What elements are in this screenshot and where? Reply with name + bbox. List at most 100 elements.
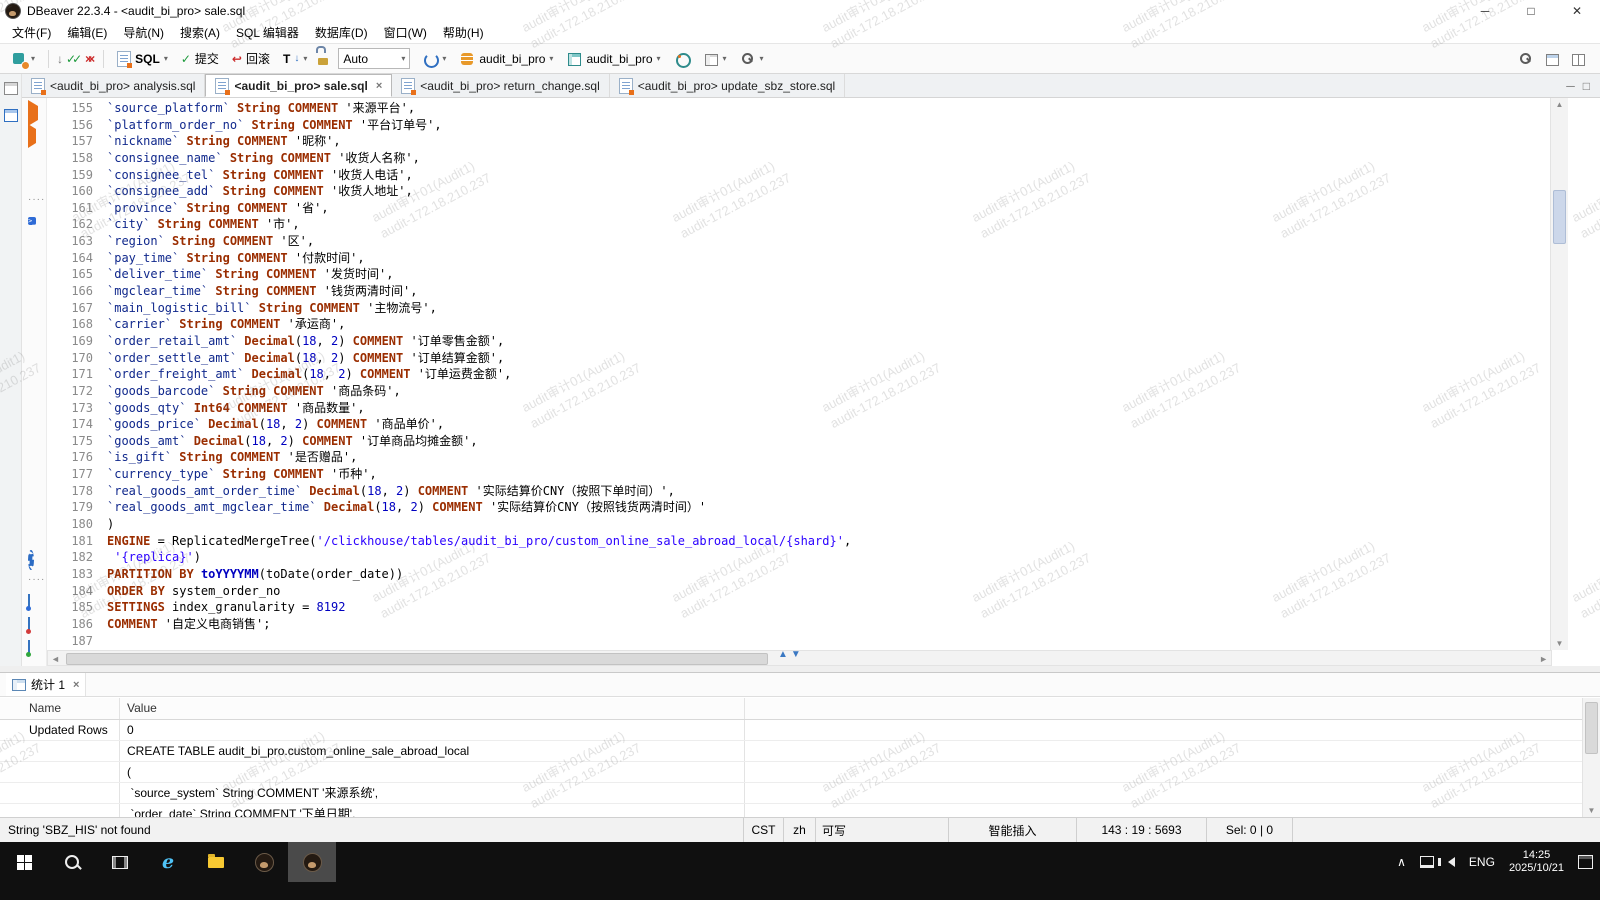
code-line[interactable]: 170`order_settle_amt` Decimal(18, 2) COM… bbox=[47, 350, 1550, 367]
code-line[interactable]: 173`goods_qty` Int64 COMMENT '商品数量', bbox=[47, 400, 1550, 417]
menu-item[interactable]: 帮助(H) bbox=[435, 22, 492, 43]
column-header-value[interactable]: Value bbox=[120, 698, 745, 719]
taskbar-search-button[interactable] bbox=[48, 842, 96, 882]
scrollbar-thumb[interactable] bbox=[1585, 702, 1598, 754]
minimize-button[interactable]: ─ bbox=[1462, 0, 1508, 22]
code-line[interactable]: 172`goods_barcode` String COMMENT '商品条码'… bbox=[47, 383, 1550, 400]
code-line[interactable]: 183PARTITION BY toYYYYMM(toDate(order_da… bbox=[47, 566, 1550, 583]
menu-item[interactable]: 数据库(D) bbox=[307, 22, 376, 43]
open-file-icon[interactable] bbox=[28, 595, 30, 609]
unsaved-file-icon[interactable] bbox=[28, 618, 30, 632]
status-language[interactable]: zh bbox=[783, 818, 815, 842]
quick-search-button[interactable] bbox=[1518, 51, 1534, 67]
scroll-left-icon[interactable]: ◄ bbox=[51, 654, 60, 664]
code-line[interactable]: 160`consignee_add` String COMMENT '收货人地址… bbox=[47, 183, 1550, 200]
sash-collapse-icons[interactable]: ▲▼ bbox=[778, 649, 804, 660]
commit-button[interactable]: ✓ 提交 bbox=[176, 47, 224, 70]
schema-selector[interactable]: audit_bi_pro ▾ bbox=[561, 48, 665, 70]
task-view-button[interactable] bbox=[96, 842, 144, 882]
connection-selector[interactable]: audit_bi_pro ▾ bbox=[454, 48, 558, 70]
status-writable[interactable]: 可写 bbox=[815, 818, 948, 842]
action-center-button[interactable] bbox=[1571, 842, 1600, 882]
code-line[interactable]: 159`consignee_tel` String COMMENT '收货人电话… bbox=[47, 167, 1550, 184]
grid-view-button[interactable]: ▾ bbox=[698, 48, 732, 70]
editor-layout-button[interactable] bbox=[1570, 51, 1586, 67]
language-indicator[interactable]: ENG bbox=[1462, 842, 1502, 882]
scroll-up-icon[interactable]: ▲ bbox=[1551, 100, 1568, 109]
table-row[interactable]: Updated Rows0 bbox=[0, 720, 1582, 741]
code-line[interactable]: 161`province` String COMMENT '省', bbox=[47, 200, 1550, 217]
code-line[interactable]: 179`real_goods_amt_mgclear_time` Decimal… bbox=[47, 499, 1550, 516]
more-actions-icon[interactable]: ···· bbox=[28, 574, 45, 585]
rollback-x-icon[interactable]: ×× bbox=[85, 53, 95, 65]
code-line[interactable]: 171`order_freight_amt` Decimal(18, 2) CO… bbox=[47, 366, 1550, 383]
dbeaver-active-taskbar-button[interactable] bbox=[288, 842, 336, 882]
saved-file-icon[interactable] bbox=[28, 641, 30, 655]
new-connection-button[interactable]: ▾ bbox=[6, 48, 40, 70]
code-line[interactable]: 158`consignee_name` String COMMENT '收货人名… bbox=[47, 150, 1550, 167]
sql-code-editor[interactable]: 155`source_platform` String COMMENT '来源平… bbox=[47, 98, 1550, 650]
stats-tab[interactable]: 统计 1 × bbox=[6, 673, 86, 696]
execute-statement-icon[interactable] bbox=[28, 106, 38, 120]
code-line[interactable]: 176`is_gift` String COMMENT '是否赠品', bbox=[47, 449, 1550, 466]
taskbar-clock[interactable]: 14:25 2025/10/21 bbox=[1502, 842, 1571, 882]
code-line[interactable]: 181ENGINE = ReplicatedMergeTree('/clickh… bbox=[47, 533, 1550, 550]
minimize-view-icon[interactable]: ─ bbox=[1566, 79, 1575, 93]
code-line[interactable]: 163`region` String COMMENT '区', bbox=[47, 233, 1550, 250]
code-line[interactable]: 167`main_logistic_bill` String COMMENT '… bbox=[47, 300, 1550, 317]
status-selection[interactable]: Sel: 0 | 0 bbox=[1206, 818, 1292, 842]
menu-item[interactable]: 导航(N) bbox=[115, 22, 172, 43]
code-line[interactable]: 165`deliver_time` String COMMENT '发货时间', bbox=[47, 266, 1550, 283]
sql-dialect-button[interactable]: SQL ▾ bbox=[112, 48, 173, 70]
sql-console-icon[interactable]: >_ bbox=[28, 212, 36, 227]
restore-panel-icon[interactable] bbox=[4, 82, 18, 95]
editor-tab[interactable]: <audit_bi_pro> return_change.sql bbox=[392, 74, 609, 97]
settings-gear-icon[interactable] bbox=[28, 553, 34, 567]
code-line[interactable]: 155`source_platform` String COMMENT '来源平… bbox=[47, 100, 1550, 117]
close-button[interactable]: ✕ bbox=[1554, 0, 1600, 22]
table-row[interactable]: `source_system` String COMMENT '来源系统', bbox=[0, 783, 1582, 804]
execute-script-icon[interactable] bbox=[28, 129, 36, 143]
ie-button[interactable]: e bbox=[144, 842, 192, 882]
code-line[interactable]: 156`platform_order_no` String COMMENT '平… bbox=[47, 117, 1550, 134]
menu-item[interactable]: 搜索(A) bbox=[172, 22, 228, 43]
menu-item[interactable]: 编辑(E) bbox=[59, 22, 115, 43]
editor-tab[interactable]: <audit_bi_pro> analysis.sql bbox=[22, 74, 205, 97]
maximize-view-icon[interactable]: □ bbox=[1583, 79, 1590, 93]
start-button[interactable] bbox=[0, 842, 48, 882]
editor-tab[interactable]: <audit_bi_pro> sale.sql× bbox=[205, 74, 392, 97]
code-line[interactable]: 182 '{replica}') bbox=[47, 549, 1550, 566]
close-icon[interactable]: × bbox=[373, 80, 382, 92]
scrollbar-thumb[interactable] bbox=[1553, 190, 1566, 244]
status-caret-position[interactable]: 143 : 19 : 5693 bbox=[1076, 818, 1206, 842]
status-timezone[interactable]: CST bbox=[743, 818, 783, 842]
menu-item[interactable]: 文件(F) bbox=[4, 22, 59, 43]
table-row[interactable]: CREATE TABLE audit_bi_pro.custom_online_… bbox=[0, 741, 1582, 762]
code-line[interactable]: 177`currency_type` String COMMENT '币种', bbox=[47, 466, 1550, 483]
navigator-button[interactable] bbox=[669, 48, 695, 70]
code-line[interactable]: 166`mgclear_time` String COMMENT '钱货两清时间… bbox=[47, 283, 1550, 300]
maximize-button[interactable]: □ bbox=[1508, 0, 1554, 22]
code-line[interactable]: 186COMMENT '自定义电商销售'; bbox=[47, 616, 1550, 633]
menu-item[interactable]: 窗口(W) bbox=[376, 22, 435, 43]
db-navigator-icon[interactable] bbox=[4, 109, 18, 122]
menu-item[interactable]: SQL 编辑器 bbox=[228, 22, 307, 43]
scroll-right-icon[interactable]: ► bbox=[1539, 654, 1548, 664]
tray-expand-button[interactable]: ∧ bbox=[1390, 842, 1413, 882]
volume-button[interactable] bbox=[1441, 842, 1462, 882]
code-line[interactable]: 174`goods_price` Decimal(18, 2) COMMENT … bbox=[47, 416, 1550, 433]
status-insert-mode[interactable]: 智能插入 bbox=[948, 818, 1076, 842]
code-line[interactable]: 180) bbox=[47, 516, 1550, 533]
refresh-button[interactable]: ▾ bbox=[417, 48, 451, 70]
close-icon[interactable]: × bbox=[70, 679, 79, 691]
code-line[interactable]: 187 bbox=[47, 633, 1550, 650]
more-actions-icon[interactable]: ···· bbox=[28, 194, 45, 205]
perspective-button[interactable] bbox=[1544, 51, 1560, 67]
code-line[interactable]: 168`carrier` String COMMENT '承运商', bbox=[47, 316, 1550, 333]
transaction-mode-button[interactable]: T ↓ ▾ bbox=[278, 49, 312, 69]
file-explorer-button[interactable] bbox=[192, 842, 240, 882]
scroll-down-icon[interactable]: ▼ bbox=[1583, 806, 1600, 815]
scroll-down-icon[interactable]: ▼ bbox=[1551, 639, 1568, 648]
editor-tab[interactable]: <audit_bi_pro> update_sbz_store.sql bbox=[610, 74, 845, 97]
commit-check-icon[interactable]: ✓✓ bbox=[66, 53, 82, 65]
